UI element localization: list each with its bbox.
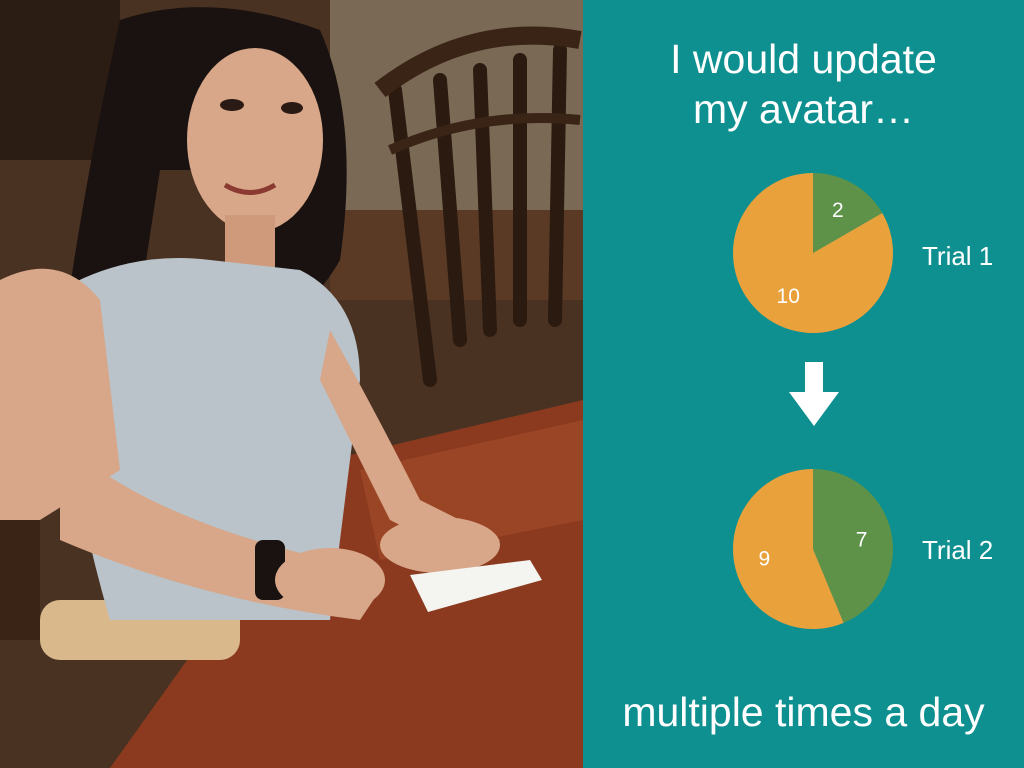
pie-charts: 210 79 Trial 1 Trial 2: [732, 173, 993, 629]
slide: I would update my avatar… 2 10 79 Trial 1…: [0, 0, 1024, 768]
photo-illustration: [0, 0, 583, 768]
photo-woman-with-phone: [0, 0, 583, 768]
slide-footer: multiple times a day: [622, 689, 985, 735]
pie-slice-value-label: 10: [777, 285, 800, 308]
pie-slice-value-label: 9: [759, 548, 771, 571]
pie-chart-trial-1: 2 10: [733, 173, 893, 333]
down-arrow-icon: [789, 362, 839, 426]
trial-2-label: Trial 2: [922, 535, 993, 565]
pie-chart-trial-2: 79: [732, 469, 893, 629]
content-panel: I would update my avatar… 2 10 79 Trial 1…: [583, 0, 1024, 768]
trial-1-label: Trial 1: [922, 241, 993, 271]
pie-slice-value-label: 2: [832, 199, 844, 222]
pie-slice-value-label: 7: [856, 528, 868, 551]
